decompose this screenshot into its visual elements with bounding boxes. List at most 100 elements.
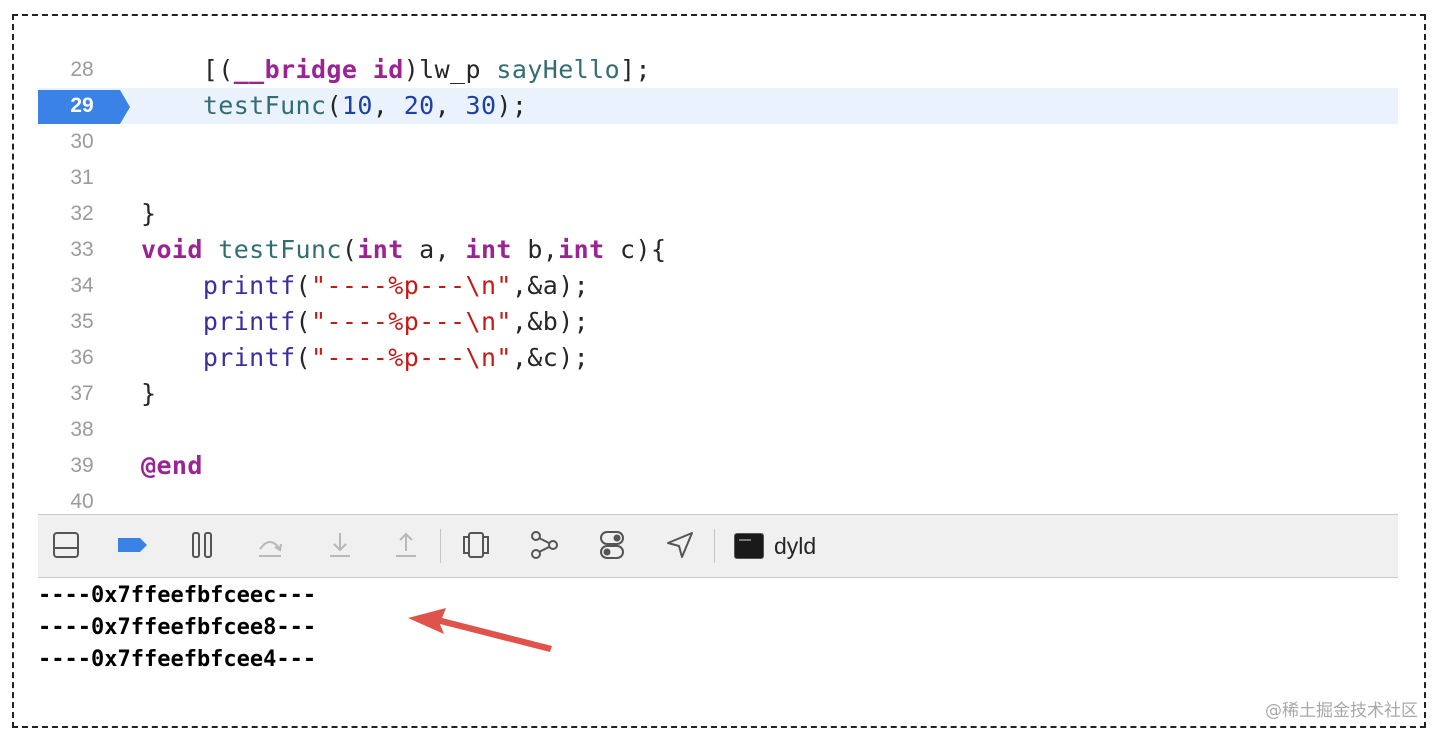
code-line[interactable]: 30	[38, 124, 1398, 160]
view-hierarchy-icon[interactable]	[460, 529, 492, 561]
code-line[interactable]: 39 @end	[38, 448, 1398, 484]
line-number[interactable]: 28	[38, 52, 126, 88]
code-token: b,	[511, 235, 559, 264]
code-token: printf	[202, 307, 296, 336]
code-token: ,&b);	[511, 307, 590, 336]
code-token: printf	[202, 343, 296, 372]
code-text[interactable]: printf("----%p---\n",&c);	[141, 340, 589, 376]
process-name[interactable]: dyld	[774, 529, 816, 563]
code-token: (	[295, 271, 311, 300]
code-line[interactable]: 32}	[38, 196, 1398, 232]
code-token: int	[558, 235, 605, 264]
code-token: ];	[620, 55, 651, 84]
code-token: );	[496, 91, 528, 120]
line-number[interactable]: 39	[38, 448, 126, 484]
toolbar-divider	[440, 529, 441, 563]
code-line[interactable]: 34 printf("----%p---\n",&a);	[38, 268, 1398, 304]
code-token: ,&c);	[511, 343, 590, 372]
code-text[interactable]: void testFunc(int a, int b,int c){	[141, 232, 666, 268]
code-token: [(	[141, 55, 234, 84]
line-number[interactable]: 31	[38, 160, 126, 196]
code-token: id	[372, 55, 404, 84]
memory-graph-icon[interactable]	[528, 529, 560, 561]
code-token: void	[141, 235, 203, 264]
annotation-arrow	[408, 608, 552, 652]
code-text[interactable]: }	[141, 196, 156, 232]
code-line[interactable]: 31	[38, 160, 1398, 196]
line-number[interactable]: 34	[38, 268, 126, 304]
code-token: }	[141, 379, 157, 408]
line-number[interactable]: 32	[38, 196, 126, 232]
code-line[interactable]: 28 [(__bridge id)lw_p sayHello];	[38, 52, 1398, 88]
code-token: sayHello	[496, 55, 621, 84]
code-token: (	[341, 235, 358, 264]
code-text[interactable]: @end	[141, 448, 203, 484]
code-token: 10	[341, 91, 373, 120]
breakpoints-toggle-icon[interactable]	[116, 529, 148, 561]
line-number[interactable]: 33	[38, 232, 126, 268]
code-token: ,&a);	[511, 271, 590, 300]
code-token: (	[295, 343, 311, 372]
code-token: "----%p---\n"	[310, 271, 512, 300]
code-token: ,	[434, 91, 466, 120]
source-editor[interactable]: 28 [(__bridge id)lw_p sayHello]; 29 testF…	[38, 52, 1398, 514]
code-token: (	[326, 91, 342, 120]
code-line[interactable]: 40	[38, 484, 1398, 514]
console-line: ----0x7ffeefbfceec---	[38, 583, 317, 608]
line-number[interactable]: 35	[38, 304, 126, 340]
code-text[interactable]: testFunc(10, 20, 30);	[141, 88, 527, 124]
code-text[interactable]: printf("----%p---\n",&b);	[141, 304, 589, 340]
code-text[interactable]: [(__bridge id)lw_p sayHello];	[141, 52, 651, 88]
line-number[interactable]: 37	[38, 376, 126, 412]
code-line[interactable]: 38	[38, 412, 1398, 448]
code-token: "----%p---\n"	[310, 307, 512, 336]
code-token: a,	[403, 235, 466, 264]
step-out-icon[interactable]	[390, 529, 422, 561]
code-token: testFunc	[218, 235, 342, 264]
step-into-icon[interactable]	[324, 529, 356, 561]
line-number[interactable]: 38	[38, 412, 126, 448]
line-number[interactable]: 40	[38, 484, 126, 514]
code-token: int	[357, 235, 404, 264]
watermark: @稀土掘金技术社区	[1265, 701, 1418, 721]
toolbar-divider	[714, 529, 715, 563]
console-line: ----0x7ffeefbfcee4---	[38, 647, 317, 672]
step-over-icon[interactable]	[254, 529, 286, 561]
code-token: "----%p---\n"	[310, 343, 512, 372]
code-token: printf	[202, 271, 296, 300]
code-token: int	[465, 235, 512, 264]
code-token: testFunc	[202, 91, 327, 120]
code-line[interactable]: 37}	[38, 376, 1398, 412]
code-token: @end	[141, 451, 203, 480]
line-number[interactable]: 36	[38, 340, 126, 376]
code-token: 30	[465, 91, 497, 120]
code-text[interactable]: printf("----%p---\n",&a);	[141, 268, 589, 304]
code-token: c){	[604, 235, 667, 264]
line-number[interactable]: 30	[38, 124, 126, 160]
code-text[interactable]: }	[141, 376, 156, 412]
pause-continue-icon[interactable]	[186, 529, 218, 561]
code-line[interactable]: 33 void testFunc(int a, int b,int c){	[38, 232, 1398, 268]
console-line: ----0x7ffeefbfcee8---	[38, 615, 317, 640]
debug-toolbar: dyld	[38, 514, 1398, 578]
code-line[interactable]: 35 printf("----%p---\n",&b);	[38, 304, 1398, 340]
code-token: 20	[403, 91, 435, 120]
line-number[interactable]: 29	[38, 88, 126, 124]
code-token: }	[141, 199, 157, 228]
environment-overrides-icon[interactable]	[596, 529, 628, 561]
hide-debug-area-icon[interactable]	[50, 529, 82, 561]
code-token: ,	[372, 91, 404, 120]
terminal-icon	[734, 533, 764, 559]
simulate-location-icon[interactable]	[664, 529, 696, 561]
code-token: )lw_p	[403, 55, 497, 84]
code-token: (	[295, 307, 311, 336]
code-token: __bridge	[233, 55, 358, 84]
code-line[interactable]: 29 testFunc(10, 20, 30);	[38, 88, 1398, 124]
code-line[interactable]: 36 printf("----%p---\n",&c);	[38, 340, 1398, 376]
